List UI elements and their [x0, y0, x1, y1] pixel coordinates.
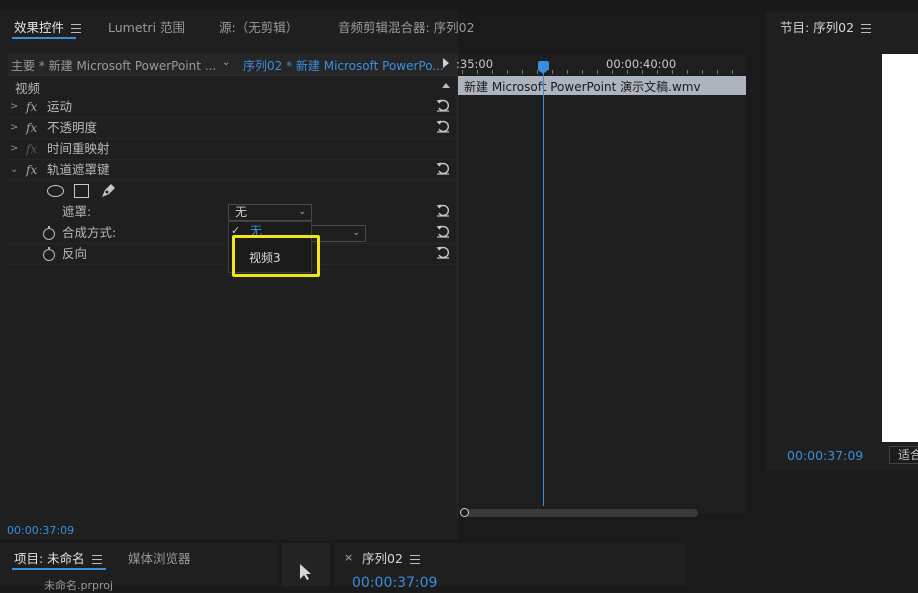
project-item[interactable]: 未命名.prproj: [44, 577, 113, 593]
effect-row-opacity[interactable]: > fx 不透明度: [8, 118, 456, 139]
rectangle-mask-icon[interactable]: [74, 184, 89, 198]
section-video: 视频: [15, 81, 41, 96]
program-title[interactable]: 节目: 序列02: [780, 17, 872, 36]
fx-icon: fx: [26, 142, 38, 156]
collapse-up-icon[interactable]: [442, 83, 450, 88]
effect-label: 时间重映射: [47, 141, 110, 156]
reset-icon[interactable]: [436, 119, 450, 133]
tab-label: 项目: 未命名: [14, 551, 85, 566]
panel-menu-icon[interactable]: [91, 555, 102, 564]
program-title-text: 节目: 序列02: [780, 20, 855, 35]
reverse-label: 反向: [62, 246, 88, 261]
tab-source[interactable]: 源:（无剪辑）: [219, 17, 298, 36]
mask-value: 无: [235, 205, 248, 219]
effect-label: 运动: [47, 99, 73, 114]
mini-timeline: [458, 54, 746, 514]
chevron-down-icon[interactable]: ⌄: [222, 57, 230, 68]
chevron-down-icon: ⌄: [352, 228, 360, 238]
reset-icon[interactable]: [436, 98, 450, 112]
mask-label: 遮罩:: [62, 204, 92, 219]
mask-dropdown[interactable]: 无 ⌄: [228, 204, 312, 221]
playhead-handle[interactable]: [538, 61, 549, 70]
fit-dropdown[interactable]: 适合: [889, 446, 918, 464]
selection-tool-icon[interactable]: [299, 563, 313, 581]
tab-project[interactable]: 项目: 未命名: [14, 548, 102, 567]
effect-row-track-matte-key[interactable]: ⌄ fx 轨道遮罩键: [8, 160, 456, 181]
chevron-down-icon[interactable]: ⌄: [10, 160, 18, 180]
clip-name: 新建 Microsoft PowerPoint 演示文稿.wmv: [464, 80, 701, 94]
program-video-frame: [882, 54, 918, 442]
stopwatch-icon[interactable]: [43, 226, 55, 240]
timeline-timecode[interactable]: 00:00:37:09: [352, 575, 437, 591]
chevron-right-icon[interactable]: >: [10, 139, 18, 159]
ruler-left-label: :35:00: [456, 57, 494, 71]
chevron-right-icon[interactable]: >: [10, 97, 18, 117]
tab-label: 效果控件: [14, 20, 65, 35]
fx-icon[interactable]: fx: [26, 118, 37, 138]
panel-menu-icon[interactable]: [861, 24, 872, 33]
reset-icon[interactable]: [436, 203, 450, 217]
scroll-handle-icon[interactable]: [460, 508, 469, 517]
ruler-ticks: [462, 70, 744, 74]
active-tab-underline: [12, 37, 76, 39]
playhead-tip: [538, 70, 548, 74]
timeline-divider: [457, 54, 458, 519]
ruler-right-label: 00:00:40:00: [606, 57, 677, 71]
chevron-down-icon: ⌄: [298, 207, 306, 217]
composite-label: 合成方式:: [62, 225, 117, 240]
tab-label: 序列02: [362, 551, 403, 566]
horizontal-scrollbar[interactable]: [462, 509, 698, 517]
close-icon[interactable]: ×: [344, 551, 353, 564]
panel-menu-icon[interactable]: [71, 24, 82, 33]
effect-label: 不透明度: [47, 120, 98, 135]
fx-icon[interactable]: fx: [26, 160, 37, 180]
tab-lumetri-scopes[interactable]: Lumetri 范围: [108, 17, 185, 36]
sequence-clip-label[interactable]: 序列02 * 新建 Microsoft PowerPo...: [243, 57, 444, 74]
active-tab-underline: [12, 568, 106, 570]
top-bar: [0, 0, 918, 10]
ec-current-time[interactable]: 00:00:37:09: [7, 524, 74, 537]
chevron-right-icon[interactable]: >: [10, 118, 18, 138]
effect-label: 轨道遮罩键: [47, 162, 110, 177]
pen-mask-icon[interactable]: [100, 183, 116, 198]
highlight-box: [232, 235, 320, 277]
play-only-icon[interactable]: [443, 58, 449, 68]
effect-row-time-remapping[interactable]: > fx 时间重映射: [8, 139, 456, 160]
tab-effect-controls[interactable]: 效果控件: [14, 17, 82, 36]
stopwatch-icon[interactable]: [43, 247, 55, 261]
panel-menu-icon[interactable]: [409, 555, 420, 564]
playhead-line: [543, 70, 544, 506]
effect-row-motion[interactable]: > fx 运动: [8, 97, 456, 118]
master-clip-label[interactable]: 主要 * 新建 Microsoft PowerPoint ...: [11, 57, 216, 74]
reset-icon[interactable]: [436, 224, 450, 238]
tab-timeline-sequence[interactable]: 序列02: [362, 548, 420, 567]
reset-icon[interactable]: [436, 161, 450, 175]
program-timecode[interactable]: 00:00:37:09: [787, 448, 863, 463]
reset-icon[interactable]: [436, 245, 450, 259]
ellipse-mask-icon[interactable]: [47, 185, 64, 197]
tab-media-browser[interactable]: 媒体浏览器: [128, 548, 191, 567]
tab-audio-clip-mixer[interactable]: 音频剪辑混合器: 序列02: [338, 17, 475, 36]
fx-icon[interactable]: fx: [26, 97, 37, 117]
